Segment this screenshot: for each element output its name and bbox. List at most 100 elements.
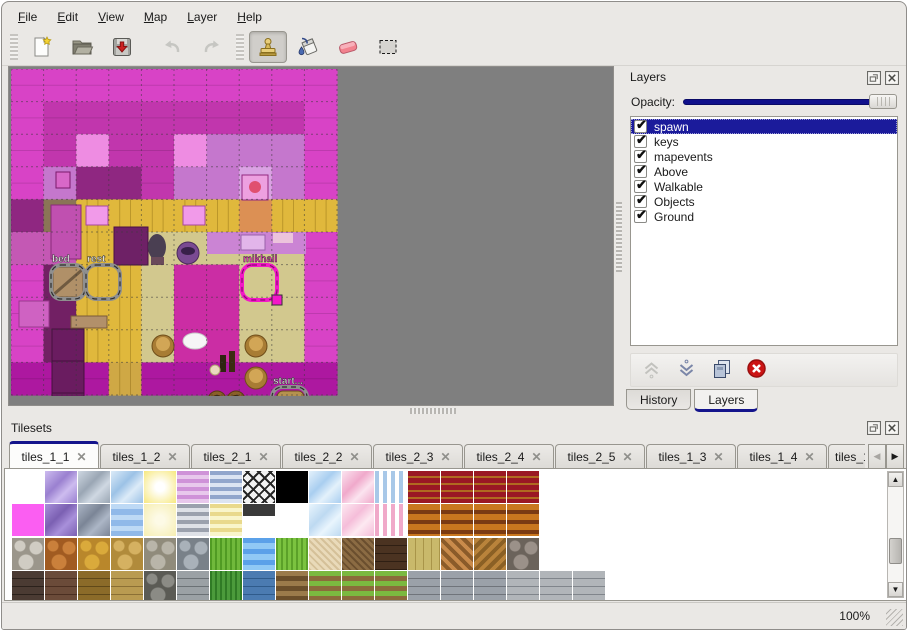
- scrollbar-thumb[interactable]: [889, 538, 902, 564]
- tileset-palette[interactable]: ▲ ▼: [4, 468, 907, 601]
- close-tab-icon[interactable]: ✕: [622, 450, 632, 464]
- menu-item-file[interactable]: File: [8, 6, 47, 28]
- eraser-button[interactable]: [329, 31, 367, 63]
- tileset-tile[interactable]: [507, 504, 539, 536]
- tileset-tile[interactable]: [243, 571, 275, 601]
- tileset-tile[interactable]: [210, 471, 242, 503]
- lower-layer-button[interactable]: [675, 357, 699, 384]
- dock-tab-layers[interactable]: Layers: [694, 389, 758, 412]
- tileset-tile[interactable]: [408, 538, 440, 570]
- tileset-tile[interactable]: [177, 538, 209, 570]
- close-tab-icon[interactable]: ✕: [76, 450, 86, 464]
- bucket-fill-button[interactable]: [289, 31, 327, 63]
- tileset-tile[interactable]: [144, 471, 176, 503]
- tileset-tile[interactable]: [45, 538, 77, 570]
- tileset-tile[interactable]: [210, 538, 242, 570]
- opacity-slider-handle[interactable]: [869, 94, 897, 109]
- redo-button[interactable]: [193, 31, 231, 63]
- close-panel-icon[interactable]: [885, 420, 899, 434]
- tileset-tab-tiles_2_2[interactable]: tiles_2_2✕: [282, 444, 372, 469]
- tileset-tile[interactable]: [375, 538, 407, 570]
- tileset-tile[interactable]: [507, 471, 539, 503]
- new-file-button[interactable]: [23, 31, 61, 63]
- tileset-tab-tiles_2_3[interactable]: tiles_2_3✕: [373, 444, 463, 469]
- tileset-tile[interactable]: [441, 504, 473, 536]
- tileset-tile[interactable]: [441, 571, 473, 601]
- delete-layer-button[interactable]: [745, 357, 769, 384]
- vertical-splitter[interactable]: [616, 202, 622, 272]
- layer-row-mapevents[interactable]: ✔mapevents: [631, 149, 897, 164]
- tileset-tile[interactable]: [309, 571, 341, 601]
- tileset-tile[interactable]: [144, 538, 176, 570]
- tileset-tile[interactable]: [474, 538, 506, 570]
- menu-item-edit[interactable]: Edit: [47, 6, 88, 28]
- tileset-tile[interactable]: [408, 504, 440, 536]
- tileset-tile[interactable]: [507, 571, 539, 601]
- tileset-tile[interactable]: [342, 538, 374, 570]
- tileset-tile[interactable]: [375, 471, 407, 503]
- tileset-tile[interactable]: [12, 538, 44, 570]
- tileset-tile[interactable]: [144, 571, 176, 601]
- layer-row-objects[interactable]: ✔Objects: [631, 194, 897, 209]
- layer-row-ground[interactable]: ✔Ground: [631, 209, 897, 224]
- object-resize-handle[interactable]: [272, 295, 282, 305]
- tileset-tab-tiles_1_1[interactable]: tiles_1_1✕: [9, 441, 99, 469]
- tileset-scrollbar[interactable]: ▲ ▼: [887, 471, 904, 598]
- tileset-tile[interactable]: [441, 471, 473, 503]
- tileset-tile[interactable]: [45, 471, 77, 503]
- tileset-tab-tiles_1_2[interactable]: tiles_1_2✕: [100, 444, 190, 469]
- tileset-tile[interactable]: [243, 471, 275, 503]
- rect-select-button[interactable]: [369, 31, 407, 63]
- layer-row-above[interactable]: ✔Above: [631, 164, 897, 179]
- tileset-tile[interactable]: [111, 471, 143, 503]
- tileset-tile[interactable]: [573, 571, 605, 601]
- tileset-tab-tiles_2_1[interactable]: tiles_2_1✕: [191, 444, 281, 469]
- tileset-tile[interactable]: [144, 504, 176, 536]
- toolbar-handle[interactable]: [10, 34, 18, 60]
- tileset-tile[interactable]: [474, 471, 506, 503]
- tileset-tile[interactable]: [342, 471, 374, 503]
- layer-row-walkable[interactable]: ✔Walkable: [631, 179, 897, 194]
- tileset-tile[interactable]: [12, 571, 44, 601]
- tileset-tile[interactable]: [276, 471, 308, 503]
- tileset-tile[interactable]: [78, 504, 110, 536]
- tileset-tile[interactable]: [309, 504, 341, 536]
- float-panel-icon[interactable]: [867, 70, 881, 84]
- tileset-tab-tiles_1_[interactable]: tiles_1_: [828, 444, 865, 469]
- tileset-tile[interactable]: [177, 571, 209, 601]
- close-tab-icon[interactable]: ✕: [440, 450, 450, 464]
- menu-item-layer[interactable]: Layer: [177, 6, 227, 28]
- tileset-tile[interactable]: [12, 504, 44, 536]
- tileset-tab-tiles_2_5[interactable]: tiles_2_5✕: [555, 444, 645, 469]
- tileset-tile[interactable]: [474, 504, 506, 536]
- tileset-tile[interactable]: [45, 571, 77, 601]
- tileset-tab-tiles_1_4[interactable]: tiles_1_4✕: [737, 444, 827, 469]
- close-tab-icon[interactable]: ✕: [258, 450, 268, 464]
- layer-row-keys[interactable]: ✔keys: [631, 134, 897, 149]
- tileset-tile[interactable]: [375, 504, 407, 536]
- tab-scroll-right-icon[interactable]: ▶: [886, 444, 904, 469]
- resize-grip[interactable]: [886, 609, 903, 626]
- tileset-tile[interactable]: [408, 571, 440, 601]
- tileset-tile[interactable]: [111, 504, 143, 536]
- map-canvas[interactable]: andor:)entr...bedrestmikhailstart...: [8, 66, 614, 406]
- tileset-tile[interactable]: [276, 504, 308, 536]
- float-panel-icon[interactable]: [867, 420, 881, 434]
- scroll-down-icon[interactable]: ▼: [888, 582, 903, 597]
- tileset-tile[interactable]: [375, 571, 407, 601]
- tileset-tile[interactable]: [210, 571, 242, 601]
- layer-row-spawn[interactable]: ✔spawn: [631, 119, 897, 134]
- tileset-tile[interactable]: [243, 538, 275, 570]
- scroll-up-icon[interactable]: ▲: [888, 472, 903, 487]
- duplicate-layer-button[interactable]: [710, 357, 734, 384]
- raise-layer-button[interactable]: [640, 357, 664, 384]
- opacity-slider[interactable]: [683, 93, 897, 110]
- open-button[interactable]: [63, 31, 101, 63]
- tileset-tile[interactable]: [276, 571, 308, 601]
- stamp-brush-button[interactable]: [249, 31, 287, 63]
- tileset-tile[interactable]: [177, 504, 209, 536]
- tab-scroll-left-icon[interactable]: ◀: [868, 444, 886, 469]
- layer-visible-checkbox[interactable]: ✔: [634, 210, 647, 223]
- close-tab-icon[interactable]: ✕: [349, 450, 359, 464]
- save-button[interactable]: [103, 31, 141, 63]
